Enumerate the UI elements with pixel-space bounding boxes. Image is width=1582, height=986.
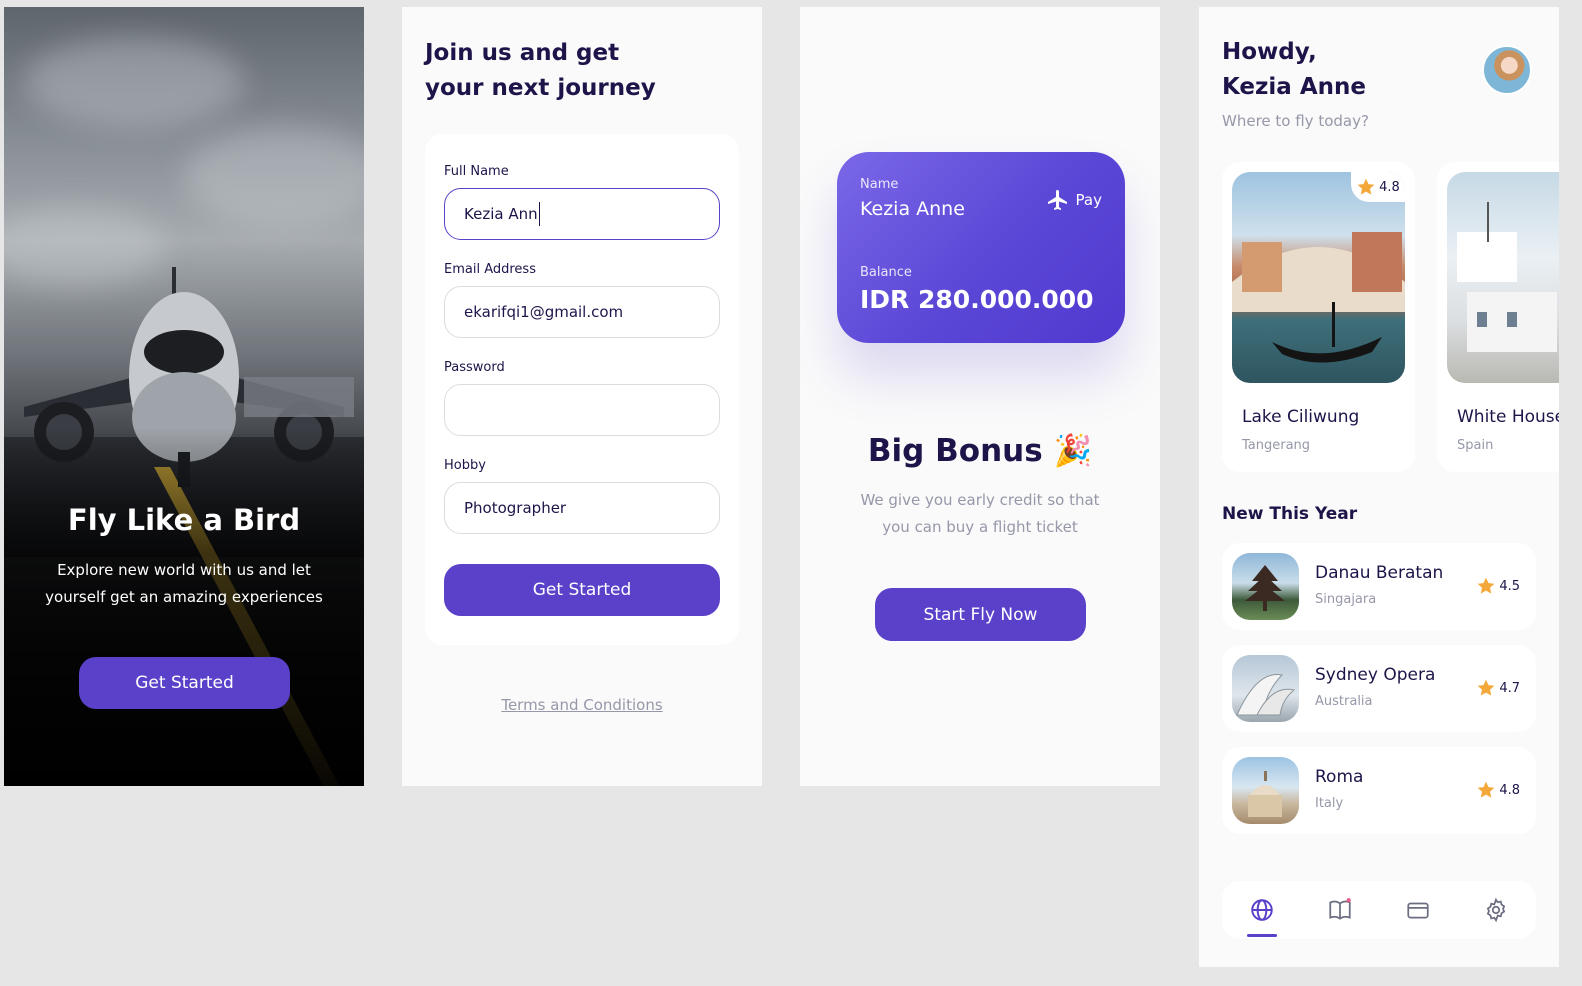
rating-value: 4.7	[1499, 680, 1520, 696]
full-name-field[interactable]: Kezia Ann	[444, 188, 720, 240]
item-name: Roma	[1315, 767, 1364, 787]
globe-icon[interactable]	[1249, 897, 1275, 923]
star-icon	[1357, 178, 1375, 195]
destination-location: Tangerang	[1242, 438, 1311, 453]
white-house-illustration	[1457, 202, 1557, 352]
card-icon[interactable]	[1405, 897, 1431, 923]
balance-label: Balance	[860, 265, 912, 280]
signup-form: Full Name Kezia Ann Email Address ekarif…	[425, 134, 739, 645]
destination-name: Lake Ciliwung	[1242, 407, 1360, 427]
destination-location: Spain	[1457, 438, 1494, 453]
destination-card[interactable]: White House Spain	[1437, 162, 1559, 472]
destination-card[interactable]: 4.8 Lake Ciliwung Tangerang	[1222, 162, 1415, 472]
destination-image-white-house	[1447, 172, 1559, 383]
onboarding-screen: Fly Like a Bird Explore new world with u…	[4, 7, 364, 786]
venice-illustration	[1232, 232, 1405, 363]
balance-value: IDR 280.000.000	[860, 285, 1094, 314]
hobby-field[interactable]: Photographer	[444, 482, 720, 534]
get-started-button[interactable]: Get Started	[79, 657, 290, 709]
balance-card: Name Kezia Anne Pay Balance IDR 280.000.…	[837, 152, 1125, 343]
list-item[interactable]: Danau Beratan Singajara 4.5	[1222, 543, 1536, 630]
temple-illustration	[1245, 565, 1285, 611]
signup-title-line1: Join us and get	[425, 40, 620, 66]
thumb-sydney-opera	[1232, 655, 1299, 722]
start-fly-now-button[interactable]: Start Fly Now	[875, 588, 1086, 641]
greeting-subtitle: Where to fly today?	[1222, 112, 1369, 130]
terms-link[interactable]: Terms and Conditions	[402, 696, 762, 714]
star-icon	[1477, 679, 1495, 696]
item-rating: 4.7	[1476, 678, 1520, 698]
bonus-screen: Name Kezia Anne Pay Balance IDR 280.000.…	[800, 7, 1160, 786]
password-label: Password	[444, 360, 505, 375]
hobby-value: Photographer	[464, 499, 567, 517]
hobby-label: Hobby	[444, 458, 486, 473]
bonus-subtitle: We give you early credit so that you can…	[860, 491, 1100, 536]
full-name-label: Full Name	[444, 164, 509, 179]
item-location: Australia	[1315, 694, 1373, 709]
cloud-shape	[184, 127, 364, 227]
email-field[interactable]: ekarifqi1@gmail.com	[444, 286, 720, 338]
cloud-shape	[24, 37, 244, 127]
signup-title: Join us and get your next journey	[425, 36, 725, 106]
item-rating: 4.5	[1476, 576, 1520, 596]
thumb-danau-beratan	[1232, 553, 1299, 620]
signup-get-started-button[interactable]: Get Started	[444, 564, 720, 616]
rating-value: 4.8	[1499, 782, 1520, 798]
star-icon	[1477, 577, 1495, 594]
rating-value: 4.8	[1379, 179, 1400, 195]
bottom-navigation	[1222, 881, 1536, 939]
password-field[interactable]	[444, 384, 720, 436]
book-icon[interactable]	[1327, 897, 1353, 923]
onboarding-title: Fly Like a Bird	[67, 503, 301, 537]
home-screen: Howdy, Kezia Anne Where to fly today? 4.…	[1199, 7, 1559, 967]
email-label: Email Address	[444, 262, 536, 277]
gear-icon[interactable]	[1483, 897, 1509, 923]
list-item[interactable]: Roma Italy 4.8	[1222, 747, 1536, 834]
airplane-icon	[1047, 190, 1067, 210]
card-name: Kezia Anne	[860, 198, 965, 220]
greeting-name: Kezia Anne	[1222, 74, 1366, 100]
card-name-label: Name	[860, 177, 899, 192]
item-rating: 4.8	[1476, 780, 1520, 800]
active-tab-indicator	[1247, 934, 1277, 937]
bonus-title: Big Bonus 🎉	[800, 432, 1160, 469]
signup-title-line2: your next journey	[425, 75, 656, 101]
item-name: Danau Beratan	[1315, 563, 1444, 583]
rating-badge: 4.8	[1351, 172, 1405, 202]
greeting: Howdy, Kezia Anne	[1222, 35, 1366, 105]
destination-name: White House	[1457, 407, 1559, 427]
avatar[interactable]	[1482, 45, 1532, 95]
signup-screen: Join us and get your next journey Full N…	[402, 7, 762, 786]
thumb-roma	[1232, 757, 1299, 824]
pay-brand: Pay	[1046, 188, 1102, 212]
onboarding-subtitle: Explore new world with us and let yourse…	[45, 561, 323, 606]
roma-illustration	[1248, 771, 1282, 817]
full-name-value: Kezia Ann	[464, 205, 538, 223]
item-name: Sydney Opera	[1315, 665, 1436, 685]
opera-illustration	[1236, 674, 1296, 716]
section-title: New This Year	[1222, 504, 1358, 524]
party-popper-icon: 🎉	[1053, 433, 1093, 469]
bonus-title-text: Big Bonus	[867, 433, 1043, 469]
rating-value: 4.5	[1499, 578, 1520, 594]
email-value: ekarifqi1@gmail.com	[464, 303, 624, 321]
greeting-line1: Howdy,	[1222, 39, 1317, 65]
item-location: Singajara	[1315, 592, 1377, 607]
text-caret	[538, 202, 540, 226]
destination-image-venice: 4.8	[1232, 172, 1405, 383]
star-icon	[1477, 781, 1495, 798]
list-item[interactable]: Sydney Opera Australia 4.7	[1222, 645, 1536, 732]
pay-label: Pay	[1075, 191, 1102, 209]
item-location: Italy	[1315, 796, 1344, 811]
